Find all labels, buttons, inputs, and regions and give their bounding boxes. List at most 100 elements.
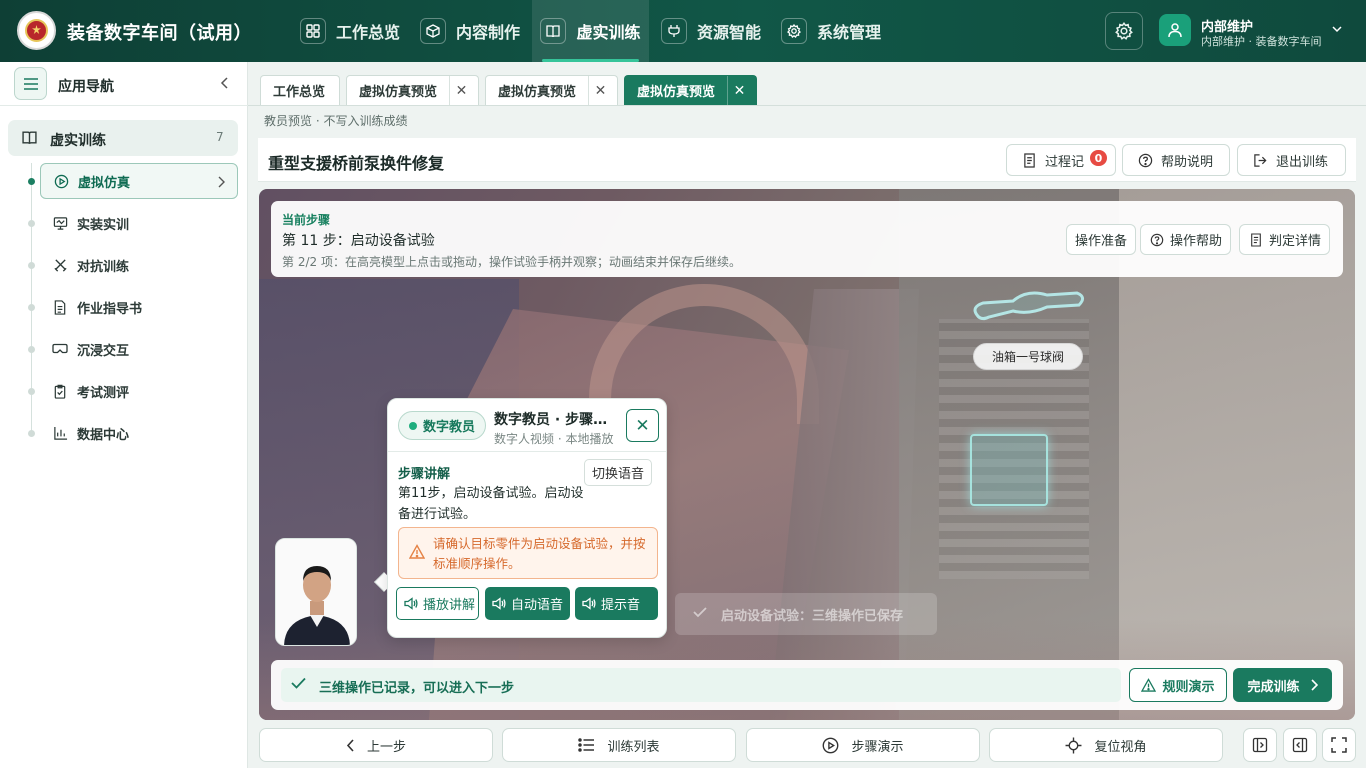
button-label: 训练列表 — [607, 739, 660, 755]
question-circle-icon — [1137, 152, 1153, 168]
auto-voice-button[interactable]: 自动语音 — [485, 587, 570, 620]
tab-divider — [248, 105, 1366, 106]
sidebar-item-exam[interactable]: 考试测评 — [40, 373, 238, 409]
sidebar-item-immersive[interactable]: 沉浸交互 — [40, 331, 238, 367]
sidebar-item-label: 数据中心 — [77, 427, 130, 443]
previous-step-button[interactable]: 上一步 — [259, 728, 493, 762]
sidebar-item-real-training[interactable]: 实装实训 — [40, 205, 238, 241]
digital-teacher-avatar[interactable] — [275, 538, 357, 646]
fullscreen-button[interactable] — [1322, 728, 1356, 762]
hamburger-icon — [23, 77, 38, 90]
nav-system-management[interactable]: 系统管理 — [773, 0, 889, 62]
tab-virtual-preview-2[interactable]: 虚拟仿真预览 ✕ — [485, 75, 618, 106]
button-label: 操作帮助 — [1170, 234, 1223, 249]
close-icon[interactable]: ✕ — [727, 75, 751, 106]
play-circle-icon — [822, 737, 839, 754]
panel-left-button[interactable] — [1243, 728, 1277, 762]
preview-note: 教员预览 · 不写入训练成绩 — [264, 114, 408, 128]
chevron-right-icon — [217, 176, 225, 192]
nav-label: 虚实训练 — [576, 23, 641, 42]
sidebar-item-work-instruction[interactable]: 作业指导书 — [40, 289, 238, 325]
nav-work-overview[interactable]: 工作总览 — [292, 0, 408, 62]
record-status-bar: 三维操作已记录，可以进入下一步 规则演示 完成训练 — [271, 660, 1343, 710]
sidebar-item-label: 作业指导书 — [77, 301, 143, 317]
help-button[interactable]: 帮助说明 — [1122, 144, 1230, 176]
group-count: 7 — [216, 130, 224, 144]
nav-content-production[interactable]: 内容制作 — [412, 0, 528, 62]
sidebar-group-virtual-training[interactable]: 虚实训练 7 — [8, 120, 238, 156]
button-label: 提示音 — [601, 598, 641, 613]
sidebar-item-label: 对抗训练 — [77, 259, 130, 275]
reset-view-button[interactable]: 复位视角 — [989, 728, 1223, 762]
record-status-text: 三维操作已记录，可以进入下一步 — [319, 681, 515, 696]
user-avatar[interactable] — [1159, 14, 1191, 46]
nav-resource-ai[interactable]: 资源智能 — [653, 0, 769, 62]
chevron-right-icon — [1310, 679, 1318, 691]
chevron-down-icon[interactable] — [1331, 23, 1343, 39]
fullscreen-icon — [1331, 737, 1347, 753]
app-logo — [17, 11, 56, 50]
handle-outline-icon[interactable] — [967, 285, 1093, 329]
sidebar-item-label: 实装实训 — [77, 217, 130, 233]
operation-prep-button[interactable]: 操作准备 — [1066, 224, 1137, 255]
tab-label: 虚拟仿真预览 — [498, 85, 577, 100]
training-list-button[interactable]: 训练列表 — [502, 728, 736, 762]
finish-training-button[interactable]: 完成训练 — [1233, 668, 1332, 702]
step-title: 第 11 步：启动设备试验 — [282, 233, 435, 249]
highlighted-part[interactable] — [970, 434, 1048, 506]
rule-demo-button[interactable]: 规则演示 — [1129, 668, 1227, 702]
judgement-details-button[interactable]: 判定详情 — [1239, 224, 1331, 255]
tab-work-overview[interactable]: 工作总览 — [260, 75, 340, 105]
chevron-left-icon — [220, 77, 228, 89]
tab-label: 虚拟仿真预览 — [359, 85, 438, 100]
grid-icon — [299, 18, 326, 44]
check-icon — [291, 677, 306, 693]
step-demo-button[interactable]: 步骤演示 — [746, 728, 980, 762]
close-panel-button[interactable]: ✕ — [626, 409, 659, 442]
sidebar-item-data-center[interactable]: 数据中心 — [40, 415, 238, 451]
chart-icon — [51, 424, 69, 442]
teacher-panel-title: 数字教员 · 步骤讲解 — [494, 412, 618, 428]
close-icon[interactable]: ✕ — [588, 75, 612, 106]
close-icon: ✕ — [635, 415, 650, 436]
exit-training-button[interactable]: 退出训练 — [1237, 144, 1346, 176]
record-count-badge: 0 — [1090, 150, 1107, 166]
nav-virtual-training[interactable]: 虚实训练 — [532, 0, 649, 62]
switch-voice-button[interactable]: 切换语音 — [584, 459, 653, 486]
step-kicker: 当前步骤 — [282, 213, 331, 227]
warning-icon — [408, 544, 426, 563]
tree-dot — [28, 430, 35, 437]
monitor-icon — [51, 214, 69, 232]
vr-goggles-icon — [51, 340, 69, 358]
sidebar-item-label: 沉浸交互 — [77, 343, 130, 359]
app-title: 装备数字车间（试用） — [67, 23, 252, 44]
valve-label[interactable]: 油箱一号球阀 — [973, 343, 1083, 370]
button-label: 完成训练 — [1247, 679, 1300, 695]
close-icon[interactable]: ✕ — [449, 75, 473, 106]
play-circle-icon — [52, 172, 70, 190]
play-explanation-button[interactable]: 播放讲解 — [396, 587, 479, 620]
book-icon — [22, 130, 37, 149]
nav-label: 系统管理 — [816, 23, 881, 42]
button-label: 判定详情 — [1269, 234, 1322, 249]
warning-box: 请确认目标零件为启动设备试验，并按标准顺序操作。 — [398, 527, 658, 579]
step-description: 第 2/2 项：在高亮模型上点击或拖动，操作试验手柄并观察；动画结束并保存后继续… — [282, 255, 741, 269]
logout-icon — [1252, 152, 1268, 168]
sidebar-left-icon — [1252, 737, 1268, 753]
button-label: 步骤演示 — [851, 739, 904, 755]
button-label: 上一步 — [366, 739, 406, 755]
gear-icon — [1115, 22, 1133, 40]
question-circle-icon — [1149, 232, 1164, 247]
operation-help-button[interactable]: 操作帮助 — [1140, 224, 1232, 255]
menu-toggle-button[interactable] — [14, 67, 47, 100]
tab-virtual-preview-1[interactable]: 虚拟仿真预览 ✕ — [346, 75, 479, 106]
sidebar-item-combat-training[interactable]: 对抗训练 — [40, 247, 238, 283]
sidebar-item-virtual-sim[interactable]: 虚拟仿真 — [40, 163, 238, 199]
3d-scene-viewport[interactable]: 油箱一号球阀 启动设备试验：三维操作已保存 当前步骤 第 11 步：启动设备试验… — [259, 189, 1355, 720]
panel-right-button[interactable] — [1283, 728, 1317, 762]
collapse-sidebar-button[interactable] — [216, 73, 234, 93]
tree-dot — [28, 304, 35, 311]
tab-virtual-preview-3[interactable]: 虚拟仿真预览 ✕ — [624, 75, 757, 106]
settings-button[interactable] — [1105, 12, 1143, 50]
prompt-tone-button[interactable]: 提示音 — [575, 587, 658, 620]
